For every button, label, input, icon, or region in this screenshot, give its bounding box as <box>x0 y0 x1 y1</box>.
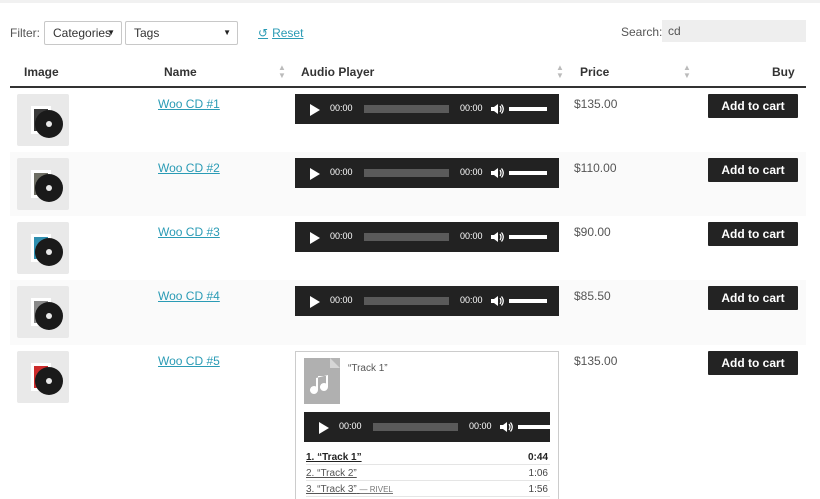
music-file-icon <box>304 358 340 404</box>
categories-select[interactable]: Categories ▼ <box>44 21 122 45</box>
track-length: 0:44 <box>527 452 548 463</box>
current-time: 00:00 <box>339 421 362 431</box>
sort-icon[interactable]: ▲ ▼ <box>556 64 564 80</box>
track-length: 1:06 <box>528 468 548 479</box>
table-row: Woo CD #2 00:00 00:00 $110.00 Add to car… <box>10 152 806 216</box>
play-icon[interactable] <box>310 232 320 244</box>
audio-player: 00:00 00:00 <box>295 94 559 124</box>
duration: 00:00 <box>460 103 483 113</box>
audio-playlist: “Track 1” 00:00 00:00 1. “Track 1” 0:44 … <box>295 351 559 499</box>
playlist-current-track: “Track 1” <box>348 363 388 374</box>
track-length: 1:56 <box>528 484 548 495</box>
top-border <box>0 0 820 3</box>
current-time: 00:00 <box>330 295 353 305</box>
current-time: 00:00 <box>330 167 353 177</box>
duration: 00:00 <box>460 295 483 305</box>
product-price: $135.00 <box>574 97 618 111</box>
volume-slider[interactable] <box>518 425 556 429</box>
table-row: Woo CD #4 00:00 00:00 $85.50 Add to cart <box>10 280 806 345</box>
progress-rail[interactable] <box>373 423 458 431</box>
add-to-cart-button[interactable]: Add to cart <box>708 351 798 375</box>
tags-select[interactable]: Tags ▼ <box>125 21 238 45</box>
duration: 00:00 <box>460 167 483 177</box>
current-time: 00:00 <box>330 231 353 241</box>
volume-slider[interactable] <box>509 171 547 175</box>
categories-select-value: Categories <box>53 26 112 40</box>
playlist-track[interactable]: 1. “Track 1” 0:44 <box>306 450 550 465</box>
product-image[interactable] <box>17 94 69 146</box>
product-image[interactable] <box>17 351 69 403</box>
volume-icon[interactable] <box>490 166 504 180</box>
search-input[interactable] <box>662 20 806 42</box>
column-header-buy: Buy <box>772 65 795 79</box>
progress-rail[interactable] <box>364 105 449 113</box>
product-image[interactable] <box>17 158 69 210</box>
product-name-link[interactable]: Woo CD #1 <box>158 97 220 111</box>
track-artist: — RIVEL <box>359 485 393 494</box>
playlist-artwork <box>304 358 340 404</box>
track-title[interactable]: 3. “Track 3” — RIVEL <box>306 484 393 495</box>
sort-icon[interactable]: ▲ ▼ <box>278 64 286 80</box>
progress-rail[interactable] <box>364 233 449 241</box>
volume-icon[interactable] <box>490 102 504 116</box>
tags-select-value: Tags <box>134 26 160 40</box>
playlist-track[interactable]: 2. “Track 2” 1:06 <box>306 466 550 481</box>
add-to-cart-button[interactable]: Add to cart <box>708 286 798 310</box>
audio-player: 00:00 00:00 <box>295 158 559 188</box>
product-image[interactable] <box>17 286 69 338</box>
play-icon[interactable] <box>319 422 329 434</box>
track-title-text: 3. “Track 3” <box>306 484 357 495</box>
table-header: Image Name ▲ ▼ Audio Player ▲ ▼ Price ▲ ▼ B… <box>10 55 806 88</box>
product-image[interactable] <box>17 222 69 274</box>
audio-player: 00:00 00:00 <box>295 286 559 316</box>
product-price: $110.00 <box>574 161 617 175</box>
search-label: Search: <box>621 25 663 39</box>
progress-rail[interactable] <box>364 297 449 305</box>
product-price: $135.00 <box>574 354 618 368</box>
product-price: $85.50 <box>574 289 611 303</box>
product-price: $90.00 <box>574 225 611 239</box>
undo-icon: ↺ <box>258 26 269 40</box>
column-header-image: Image <box>24 65 59 79</box>
caret-down-icon: ▼ <box>223 28 231 37</box>
volume-slider[interactable] <box>509 299 547 303</box>
table-row: Woo CD #5 “Track 1” 00:00 00:00 1. “Trac… <box>10 345 806 499</box>
current-time: 00:00 <box>330 103 353 113</box>
product-name-link[interactable]: Woo CD #5 <box>158 354 220 368</box>
table-row: Woo CD #3 00:00 00:00 $90.00 Add to cart <box>10 216 806 280</box>
column-header-price[interactable]: Price <box>580 65 609 79</box>
column-header-audio-player[interactable]: Audio Player <box>301 65 374 79</box>
volume-icon[interactable] <box>499 420 513 434</box>
sort-icon[interactable]: ▲ ▼ <box>683 64 691 80</box>
table-row: Woo CD #1 00:00 00:00 $135.00 Add to car… <box>10 89 806 152</box>
play-icon[interactable] <box>310 104 320 116</box>
play-icon[interactable] <box>310 296 320 308</box>
product-name-link[interactable]: Woo CD #3 <box>158 225 220 239</box>
volume-icon[interactable] <box>490 230 504 244</box>
volume-slider[interactable] <box>509 235 547 239</box>
progress-rail[interactable] <box>364 169 449 177</box>
track-title[interactable]: 2. “Track 2” <box>306 468 357 479</box>
volume-icon[interactable] <box>490 294 504 308</box>
play-icon[interactable] <box>310 168 320 180</box>
add-to-cart-button[interactable]: Add to cart <box>708 222 798 246</box>
product-name-link[interactable]: Woo CD #2 <box>158 161 220 175</box>
caret-down-icon: ▼ <box>107 28 115 37</box>
product-name-link[interactable]: Woo CD #4 <box>158 289 220 303</box>
reset-link[interactable]: ↺ Reset <box>258 26 303 40</box>
track-title[interactable]: 1. “Track 1” <box>306 452 362 463</box>
audio-player: 00:00 00:00 <box>304 412 556 442</box>
audio-player: 00:00 00:00 <box>295 222 559 252</box>
duration: 00:00 <box>460 231 483 241</box>
reset-link-label: Reset <box>272 26 304 40</box>
playlist-track[interactable]: 3. “Track 3” — RIVEL 1:56 <box>306 482 550 497</box>
add-to-cart-button[interactable]: Add to cart <box>708 94 798 118</box>
column-header-name[interactable]: Name <box>164 65 197 79</box>
duration: 00:00 <box>469 421 492 431</box>
add-to-cart-button[interactable]: Add to cart <box>708 158 798 182</box>
filter-label: Filter: <box>10 26 40 40</box>
volume-slider[interactable] <box>509 107 547 111</box>
